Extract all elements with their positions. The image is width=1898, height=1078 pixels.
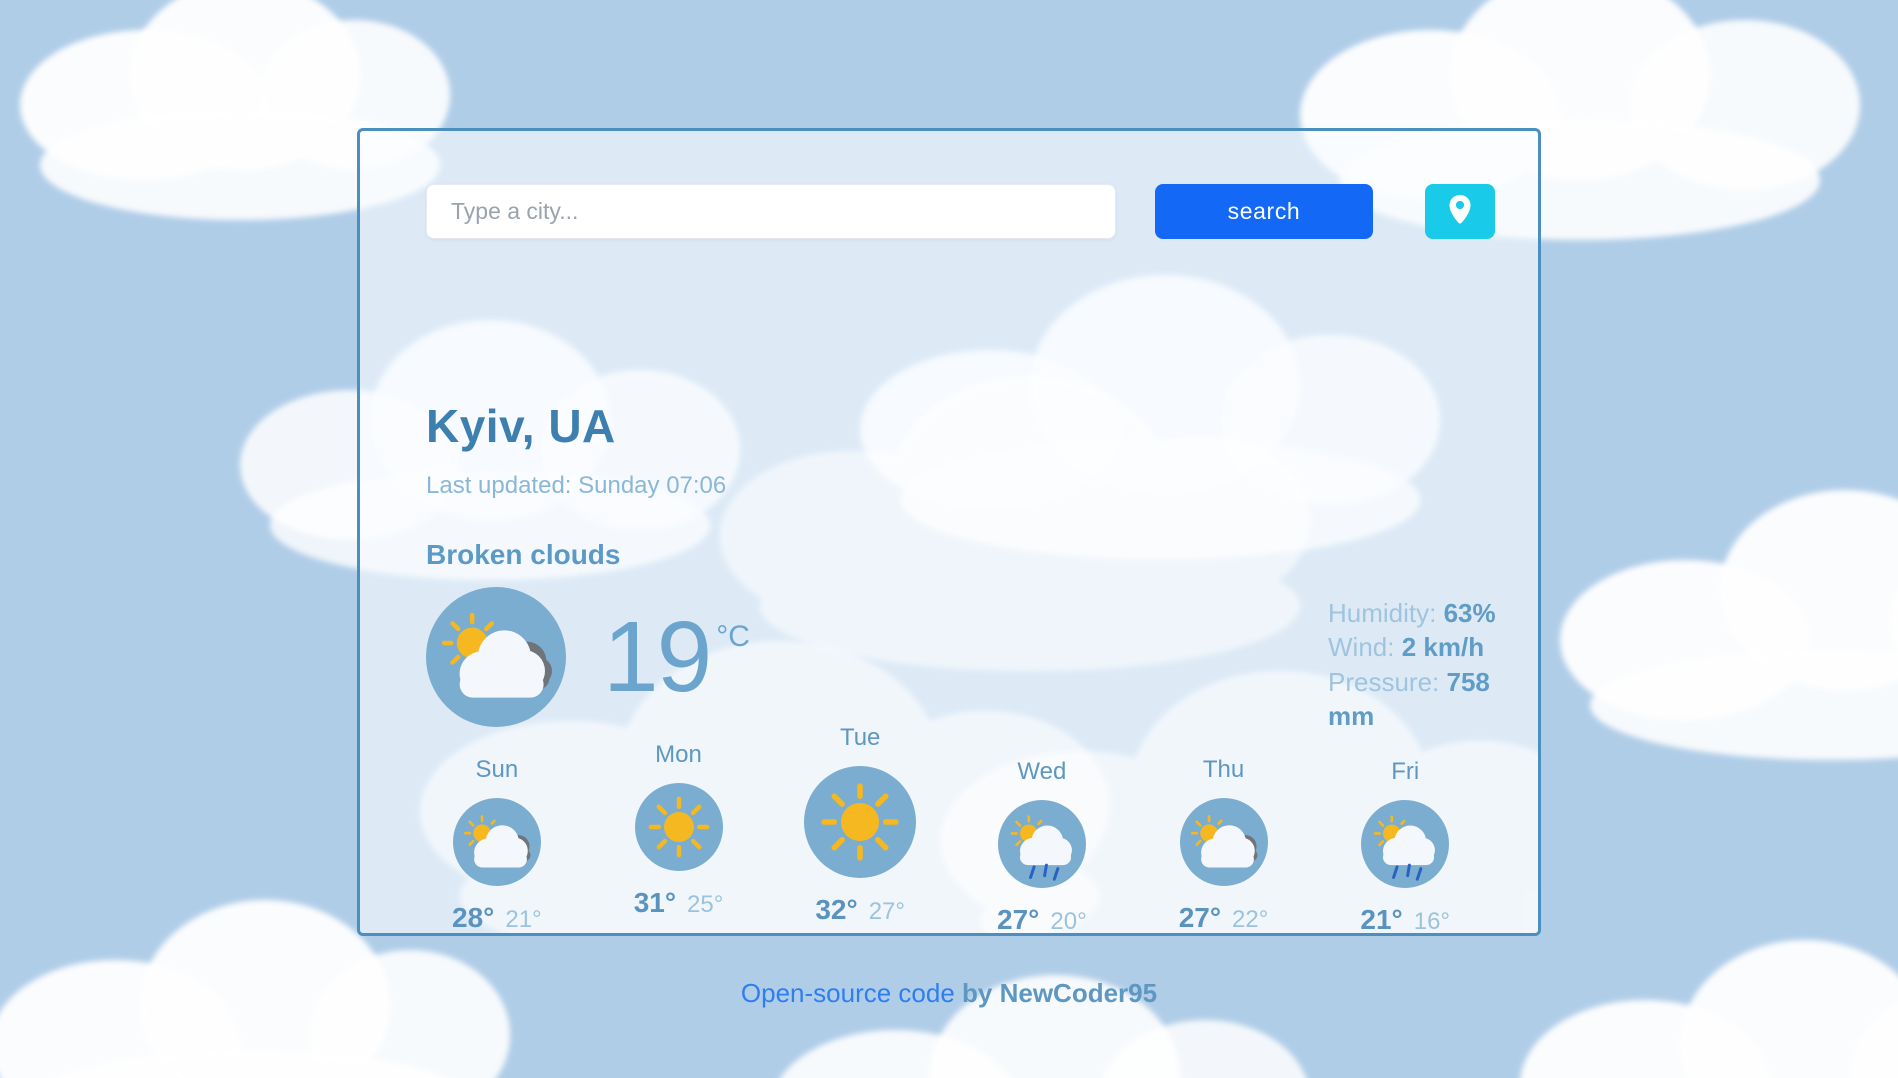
forecast-temps: 28° 21° (452, 902, 542, 933)
forecast-min-temp: 22° (1232, 906, 1269, 933)
page-title: Kyiv, UA (426, 400, 616, 452)
forecast-day-label: Mon (655, 741, 702, 768)
forecast-day-label: Sun (475, 756, 519, 783)
search-bar: search (426, 184, 1495, 239)
weather-condition-label: Broken clouds (426, 539, 621, 570)
forecast-row: Sun 28° 21° Mon 31° 25° Tue 32° 27° Wed … (406, 724, 1496, 935)
forecast-day-thu: Thu 27° 22° (1133, 756, 1315, 933)
author-label: by NewCoder95 (962, 978, 1158, 1008)
forecast-day-label: Fri (1391, 758, 1420, 785)
weather-card: search Kyiv, UA Last updated: Sunday 07:… (357, 128, 1541, 936)
forecast-day-sun: Sun 28° 21° (406, 756, 588, 933)
forecast-day-wed: Wed 27° 20° (951, 758, 1133, 935)
forecast-day-mon: Mon 31° 25° (588, 741, 770, 933)
location-pin-icon (1447, 194, 1473, 229)
forecast-max-temp: 32° (815, 894, 858, 925)
forecast-max-temp: 27° (1178, 902, 1222, 933)
forecast-max-temp: 28° (452, 902, 495, 933)
forecast-min-temp: 21° (505, 906, 542, 933)
temperature-value: 19 (603, 600, 712, 713)
forecast-day-label: Thu (1202, 756, 1245, 783)
current-location-button[interactable] (1425, 184, 1495, 239)
sun-behind-clouds-icon (452, 798, 541, 886)
current-weather-block: 19 °C (426, 587, 750, 727)
metric-label: Humidity: (1328, 598, 1437, 628)
forecast-day-label: Tue (839, 724, 881, 751)
search-button[interactable]: search (1155, 184, 1373, 239)
sun-behind-clouds-icon (426, 587, 566, 727)
forecast-temps: 32° 27° (815, 894, 905, 926)
forecast-max-temp: 31° (633, 887, 677, 918)
forecast-day-tue: Tue 32° 27° (769, 724, 951, 933)
sun-icon (634, 783, 723, 871)
current-temperature: 19 °C (603, 600, 750, 713)
forecast-temps: 21° 16° (1360, 904, 1451, 935)
metric-humidity: Humidity: 63% (1328, 596, 1538, 630)
forecast-day-fri: Fri 21° 16° (1314, 758, 1496, 935)
sun-cloud-rain-icon (1361, 800, 1450, 888)
open-source-link[interactable]: Open-source code (741, 978, 955, 1008)
metric-wind: Wind: 2 km/h (1328, 630, 1538, 664)
last-updated-label: Last updated: Sunday 07:06 (426, 472, 727, 499)
forecast-min-temp: 20° (1050, 908, 1087, 935)
weather-metrics: Humidity: 63% Wind: 2 km/h Pressure: 758… (1328, 596, 1538, 733)
forecast-day-label: Wed (1017, 758, 1067, 785)
metric-label: Wind: (1328, 632, 1395, 663)
metric-value: 2 km/h (1401, 632, 1485, 663)
forecast-min-temp: 16° (1413, 908, 1451, 935)
sun-cloud-rain-icon (997, 800, 1086, 888)
sun-behind-clouds-icon (1179, 798, 1268, 886)
metric-value: 63% (1443, 598, 1496, 628)
footer: Open-source code by NewCoder95 (0, 978, 1898, 1009)
temperature-unit: °C (716, 619, 750, 653)
forecast-max-temp: 27° (997, 904, 1040, 935)
forecast-min-temp: 25° (687, 891, 724, 918)
sun-icon (804, 766, 917, 878)
forecast-max-temp: 21° (1360, 904, 1403, 935)
metric-pressure: Pressure: 758 mm (1328, 665, 1538, 734)
forecast-temps: 27° 22° (1178, 902, 1269, 933)
forecast-temps: 27° 20° (997, 904, 1087, 935)
search-input[interactable] (426, 184, 1116, 239)
forecast-min-temp: 27° (868, 898, 905, 925)
metric-label: Pressure: (1328, 666, 1440, 697)
forecast-temps: 31° 25° (634, 887, 724, 919)
